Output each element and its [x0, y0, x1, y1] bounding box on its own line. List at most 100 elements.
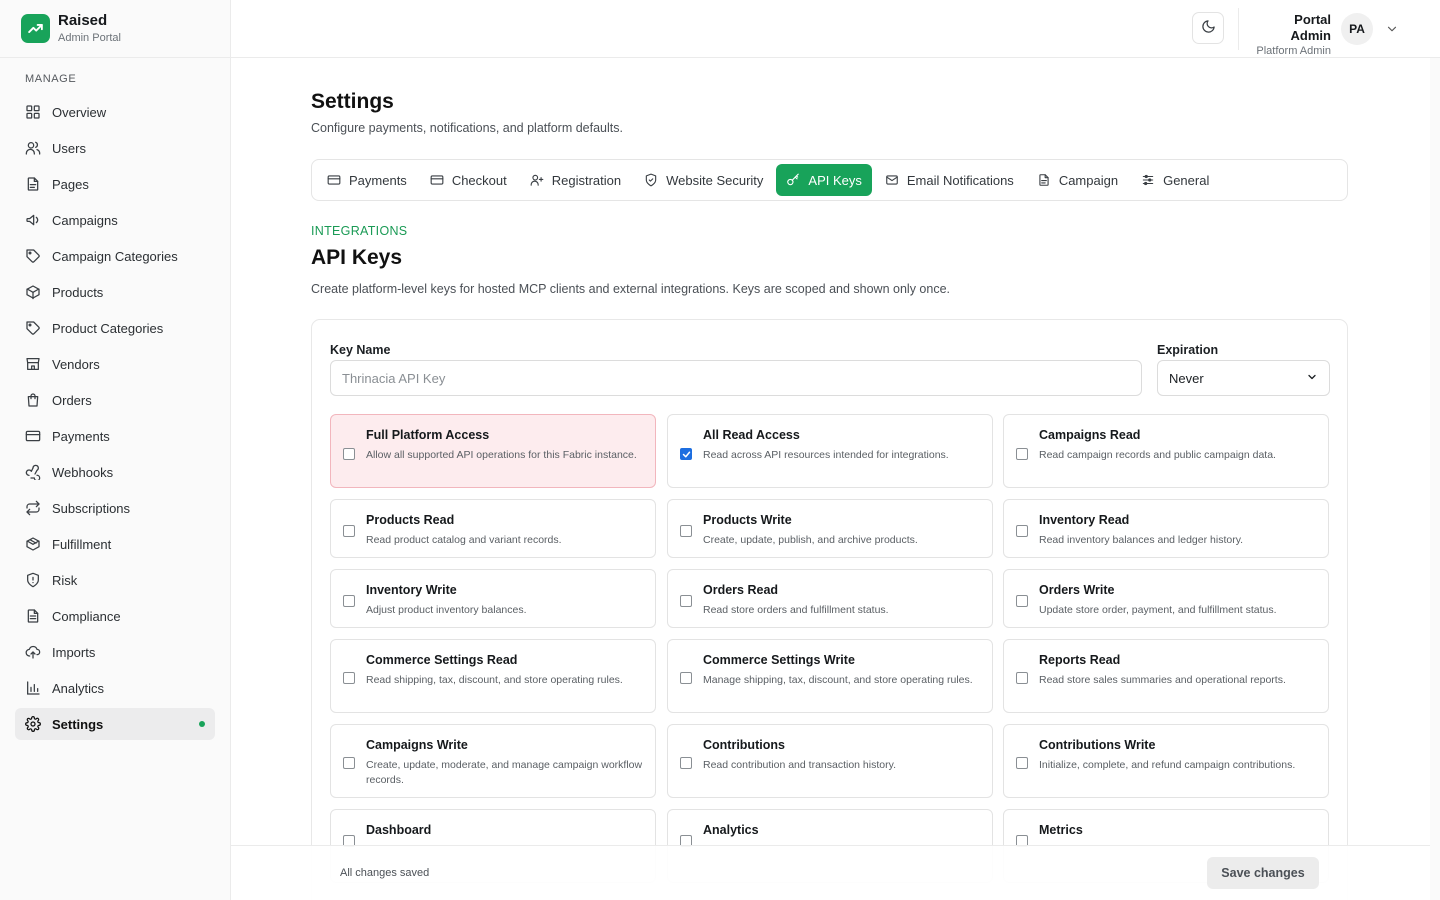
- sidebar-item-payments[interactable]: Payments: [15, 420, 215, 452]
- scope-title: Campaigns Read: [1039, 428, 1141, 442]
- scope-checkbox[interactable]: [680, 525, 692, 537]
- file-icon: [1037, 173, 1059, 187]
- tab-checkout[interactable]: Checkout: [420, 164, 517, 196]
- scope-title: Inventory Write: [366, 583, 457, 597]
- scope-checkbox[interactable]: [343, 757, 355, 769]
- sidebar-item-imports[interactable]: Imports: [15, 636, 215, 668]
- scope-option-full-platform-access[interactable]: Full Platform Access Allow all supported …: [330, 414, 656, 488]
- sidebar-item-subscriptions[interactable]: Subscriptions: [15, 492, 215, 524]
- scope-option-commerce-settings-read[interactable]: Commerce Settings Read Read shipping, tax…: [330, 639, 656, 713]
- save-status: All changes saved: [340, 867, 430, 879]
- scope-option-inventory-write[interactable]: Inventory Write Adjust product inventory …: [330, 569, 656, 628]
- chevron-down-icon: [1306, 371, 1318, 386]
- scope-description: Read product catalog and variant records…: [366, 534, 562, 546]
- sidebar-item-vendors[interactable]: Vendors: [15, 348, 215, 380]
- scope-checkbox[interactable]: [343, 672, 355, 684]
- scope-option-contributions[interactable]: Contributions Read contribution and trans…: [667, 724, 993, 798]
- sidebar-item-pages[interactable]: Pages: [15, 168, 215, 200]
- scope-checkbox[interactable]: [1016, 595, 1028, 607]
- sidebar-item-product-categories[interactable]: Product Categories: [15, 312, 215, 344]
- scope-checkbox[interactable]: [680, 448, 692, 460]
- scope-option-inventory-read[interactable]: Inventory Read Read inventory balances an…: [1003, 499, 1329, 558]
- sidebar-item-orders[interactable]: Orders: [15, 384, 215, 416]
- tab-email-notifications[interactable]: Email Notifications: [875, 164, 1024, 196]
- key-icon: [786, 173, 808, 187]
- active-indicator-dot: [199, 721, 205, 727]
- scope-option-orders-read[interactable]: Orders Read Read store orders and fulfill…: [667, 569, 993, 628]
- tab-payments[interactable]: Payments: [317, 164, 417, 196]
- megaphone-icon: [25, 212, 52, 228]
- sidebar-item-analytics[interactable]: Analytics: [15, 672, 215, 704]
- tab-api-keys[interactable]: API Keys: [776, 164, 872, 196]
- scope-checkbox[interactable]: [680, 595, 692, 607]
- scope-checkbox[interactable]: [343, 448, 355, 460]
- expiration-select[interactable]: Never: [1157, 360, 1330, 396]
- sidebar-item-settings[interactable]: Settings: [15, 708, 215, 740]
- chevron-down-icon[interactable]: [1385, 22, 1399, 36]
- tab-general[interactable]: General: [1131, 164, 1219, 196]
- scope-checkbox[interactable]: [343, 595, 355, 607]
- scope-option-products-write[interactable]: Products Write Create, update, publish, a…: [667, 499, 993, 558]
- scope-checkbox[interactable]: [680, 757, 692, 769]
- sidebar-nav: Overview Users Pages Campaigns Campaign Cate…: [0, 96, 230, 740]
- sidebar-item-products[interactable]: Products: [15, 276, 215, 308]
- tab-website-security[interactable]: Website Security: [634, 164, 773, 196]
- section-eyebrow: INTEGRATIONS: [311, 224, 408, 238]
- scope-checkbox[interactable]: [1016, 448, 1028, 460]
- tab-campaign[interactable]: Campaign: [1027, 164, 1128, 196]
- scope-checkbox[interactable]: [1016, 525, 1028, 537]
- user-menu[interactable]: Portal Admin Platform Admin: [1251, 12, 1331, 58]
- save-button[interactable]: Save changes: [1207, 857, 1319, 889]
- sidebar-item-label: Analytics: [52, 680, 105, 696]
- scope-description: Update store order, payment, and fulfill…: [1039, 604, 1277, 616]
- avatar[interactable]: PA: [1341, 13, 1373, 45]
- scope-option-contributions-write[interactable]: Contributions Write Initialize, complete,…: [1003, 724, 1329, 798]
- brand[interactable]: Raised Admin Portal: [0, 0, 230, 58]
- scope-title: Orders Read: [703, 583, 779, 597]
- sidebar-item-overview[interactable]: Overview: [15, 96, 215, 128]
- user-plus-icon: [530, 173, 552, 187]
- scope-checkbox[interactable]: [1016, 757, 1028, 769]
- scope-description: Read shipping, tax, discount, and store …: [366, 674, 623, 686]
- key-name-input[interactable]: [330, 360, 1142, 396]
- key-name-label: Key Name: [330, 343, 391, 357]
- scope-option-commerce-settings-write[interactable]: Commerce Settings Write Manage shipping, …: [667, 639, 993, 713]
- nav-section-label: MANAGE: [25, 73, 77, 85]
- sidebar-item-campaign-categories[interactable]: Campaign Categories: [15, 240, 215, 272]
- theme-toggle-button[interactable]: [1192, 12, 1224, 44]
- scope-checkbox[interactable]: [343, 525, 355, 537]
- sidebar-item-compliance[interactable]: Compliance: [15, 600, 215, 632]
- sidebar-item-fulfillment[interactable]: Fulfillment: [15, 528, 215, 560]
- check-icon: [682, 451, 691, 458]
- sidebar-item-label: Product Categories: [52, 320, 164, 336]
- scope-option-products-read[interactable]: Products Read Read product catalog and va…: [330, 499, 656, 558]
- repeat-icon: [25, 500, 52, 516]
- scope-checkbox[interactable]: [1016, 672, 1028, 684]
- scope-option-campaigns-write[interactable]: Campaigns Write Create, update, moderate,…: [330, 724, 656, 798]
- scope-title: Contributions Write: [1039, 738, 1156, 752]
- box-icon: [25, 536, 52, 552]
- page-subtitle: Configure payments, notifications, and p…: [311, 121, 623, 135]
- mail-icon: [885, 173, 907, 187]
- scope-description: Initialize, complete, and refund campaig…: [1039, 759, 1296, 771]
- credit-card-icon: [25, 428, 52, 444]
- scope-option-campaigns-read[interactable]: Campaigns Read Read campaign records and …: [1003, 414, 1329, 488]
- page-scrollbar[interactable]: [1430, 58, 1440, 900]
- header-divider: [1238, 8, 1239, 50]
- scope-option-all-read-access[interactable]: All Read Access Read across API resources…: [667, 414, 993, 488]
- tab-label: Campaign: [1058, 172, 1119, 188]
- scope-checkbox[interactable]: [680, 672, 692, 684]
- scope-option-reports-read[interactable]: Reports Read Read store sales summaries a…: [1003, 639, 1329, 713]
- sidebar-item-users[interactable]: Users: [15, 132, 215, 164]
- sidebar-item-webhooks[interactable]: Webhooks: [15, 456, 215, 488]
- scope-option-orders-write[interactable]: Orders Write Update store order, payment,…: [1003, 569, 1329, 628]
- tab-registration[interactable]: Registration: [520, 164, 631, 196]
- scope-description: Read store sales summaries and operation…: [1039, 674, 1286, 686]
- scope-title: Inventory Read: [1039, 513, 1130, 527]
- moon-icon: [1201, 19, 1216, 37]
- sidebar-item-campaigns[interactable]: Campaigns: [15, 204, 215, 236]
- sidebar-item-risk[interactable]: Risk: [15, 564, 215, 596]
- scope-title: All Read Access: [703, 428, 800, 442]
- sidebar-item-label: Imports: [52, 644, 96, 660]
- scope-description: Adjust product inventory balances.: [366, 604, 527, 616]
